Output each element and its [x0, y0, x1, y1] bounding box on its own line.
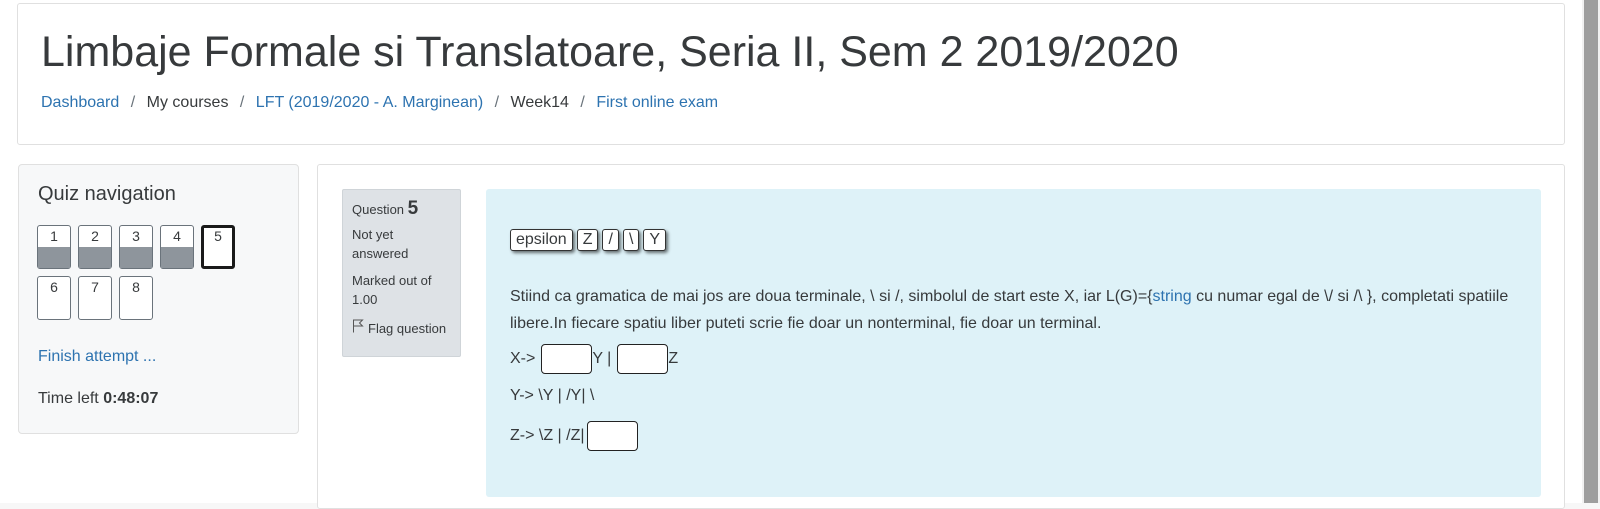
quiz-nav-question-8-button[interactable]: 8 [119, 276, 153, 320]
quiz-nav-question-4-button[interactable]: 4 [160, 225, 194, 269]
breadcrumb-my-courses: My courses [146, 94, 229, 111]
breadcrumb-separator: / [130, 94, 136, 111]
grammar-rule-z: Z-> \Z | /Z| [510, 421, 638, 451]
question-number-label: 2 [91, 228, 99, 244]
rule-x-end: Z [668, 350, 679, 367]
drag-tokens: epsilon Z / \ Y [510, 229, 667, 251]
question-number-label: 8 [132, 279, 140, 295]
page-title: Limbaje Formale si Translatoare, Seria I… [41, 28, 1179, 76]
time-left-label: Time left [38, 390, 99, 407]
main-content: Question 5 Not yet answered Marked out o… [317, 164, 1565, 509]
drop-zone-2[interactable] [617, 344, 669, 374]
rule-y-text: Y-> \Y | /Y| \ [510, 387, 595, 404]
question-grade: Marked out of 1.00 [352, 273, 432, 307]
flag-question-button[interactable]: Flag question [352, 319, 451, 338]
quiz-navigation-block: Quiz navigation 1 2 3 4 5 6 7 8 Finish a… [18, 164, 299, 434]
question-content: epsilon Z / \ Y Stiind ca gramatica de m… [486, 189, 1541, 497]
drag-token-epsilon[interactable]: epsilon [510, 229, 573, 251]
question-number-label: 4 [173, 228, 181, 244]
breadcrumb-separator: / [494, 94, 500, 111]
quiz-navigation-title: Quiz navigation [38, 183, 176, 205]
question-text: Stiind ca gramatica de mai jos are doua … [510, 283, 1520, 337]
question-prefix: Question [352, 202, 405, 217]
quiz-nav-question-2-button[interactable]: 2 [78, 225, 112, 269]
rule-x-mid: Y | [592, 350, 612, 367]
quiz-nav-question-5-button[interactable]: 5 [201, 225, 235, 269]
question-number-label: 3 [132, 228, 140, 244]
breadcrumb-separator: / [580, 94, 585, 111]
question-text-part1: Stiind ca gramatica de mai jos are doua … [510, 288, 1153, 305]
grammar-rule-x: X-> Y | Z [510, 344, 678, 374]
answered-indicator [38, 247, 70, 268]
quiz-nav-question-7-button[interactable]: 7 [78, 276, 112, 320]
drop-zone-1[interactable] [541, 344, 593, 374]
scrollbar-thumb[interactable] [1584, 0, 1598, 503]
quiz-nav-question-1-button[interactable]: 1 [37, 225, 71, 269]
breadcrumb-quiz-link[interactable]: First online exam [596, 94, 718, 111]
rule-z-prefix: Z-> \Z | /Z| [510, 427, 585, 444]
question-number-label: 6 [50, 279, 58, 295]
time-left: Time left 0:48:07 [38, 390, 158, 408]
drag-token-slash[interactable]: / [602, 229, 619, 251]
drag-token-backslash[interactable]: \ [622, 229, 640, 251]
answered-indicator [120, 247, 152, 268]
string-glossary-link[interactable]: string [1153, 288, 1192, 305]
time-left-value: 0:48:07 [103, 390, 159, 407]
question-info-box: Question 5 Not yet answered Marked out o… [342, 189, 461, 357]
answered-indicator [161, 247, 193, 268]
page-area: Limbaje Formale si Translatoare, Seria I… [0, 0, 1582, 509]
quiz-nav-question-6-button[interactable]: 6 [37, 276, 71, 320]
breadcrumb-course-link[interactable]: LFT (2019/2020 - A. Marginean) [256, 94, 483, 111]
breadcrumb: Dashboard / My courses / LFT (2019/2020 … [41, 94, 718, 112]
breadcrumb-dashboard-link[interactable]: Dashboard [41, 94, 119, 111]
finish-attempt-link[interactable]: Finish attempt ... [38, 348, 156, 366]
question-number-label: 5 [214, 228, 222, 244]
question-number-value: 5 [407, 198, 419, 219]
drag-token-y[interactable]: Y [643, 229, 667, 251]
page-header: Limbaje Formale si Translatoare, Seria I… [17, 3, 1565, 145]
question-number: Question 5 [352, 199, 451, 219]
breadcrumb-separator: / [239, 94, 245, 111]
breadcrumb-week: Week14 [510, 94, 569, 111]
drag-token-z[interactable]: Z [576, 229, 599, 251]
grammar-rule-y: Y-> \Y | /Y| \ [510, 387, 594, 405]
question-number-label: 7 [91, 279, 99, 295]
drop-zone-3[interactable] [586, 421, 638, 451]
quiz-nav-question-3-button[interactable]: 3 [119, 225, 153, 269]
flag-icon [352, 319, 364, 338]
question-state: Not yet answered [352, 227, 409, 261]
flag-question-label: Flag question [368, 321, 447, 336]
answered-indicator [79, 247, 111, 268]
rule-x-prefix: X-> [510, 350, 536, 367]
question-number-label: 1 [50, 228, 58, 244]
